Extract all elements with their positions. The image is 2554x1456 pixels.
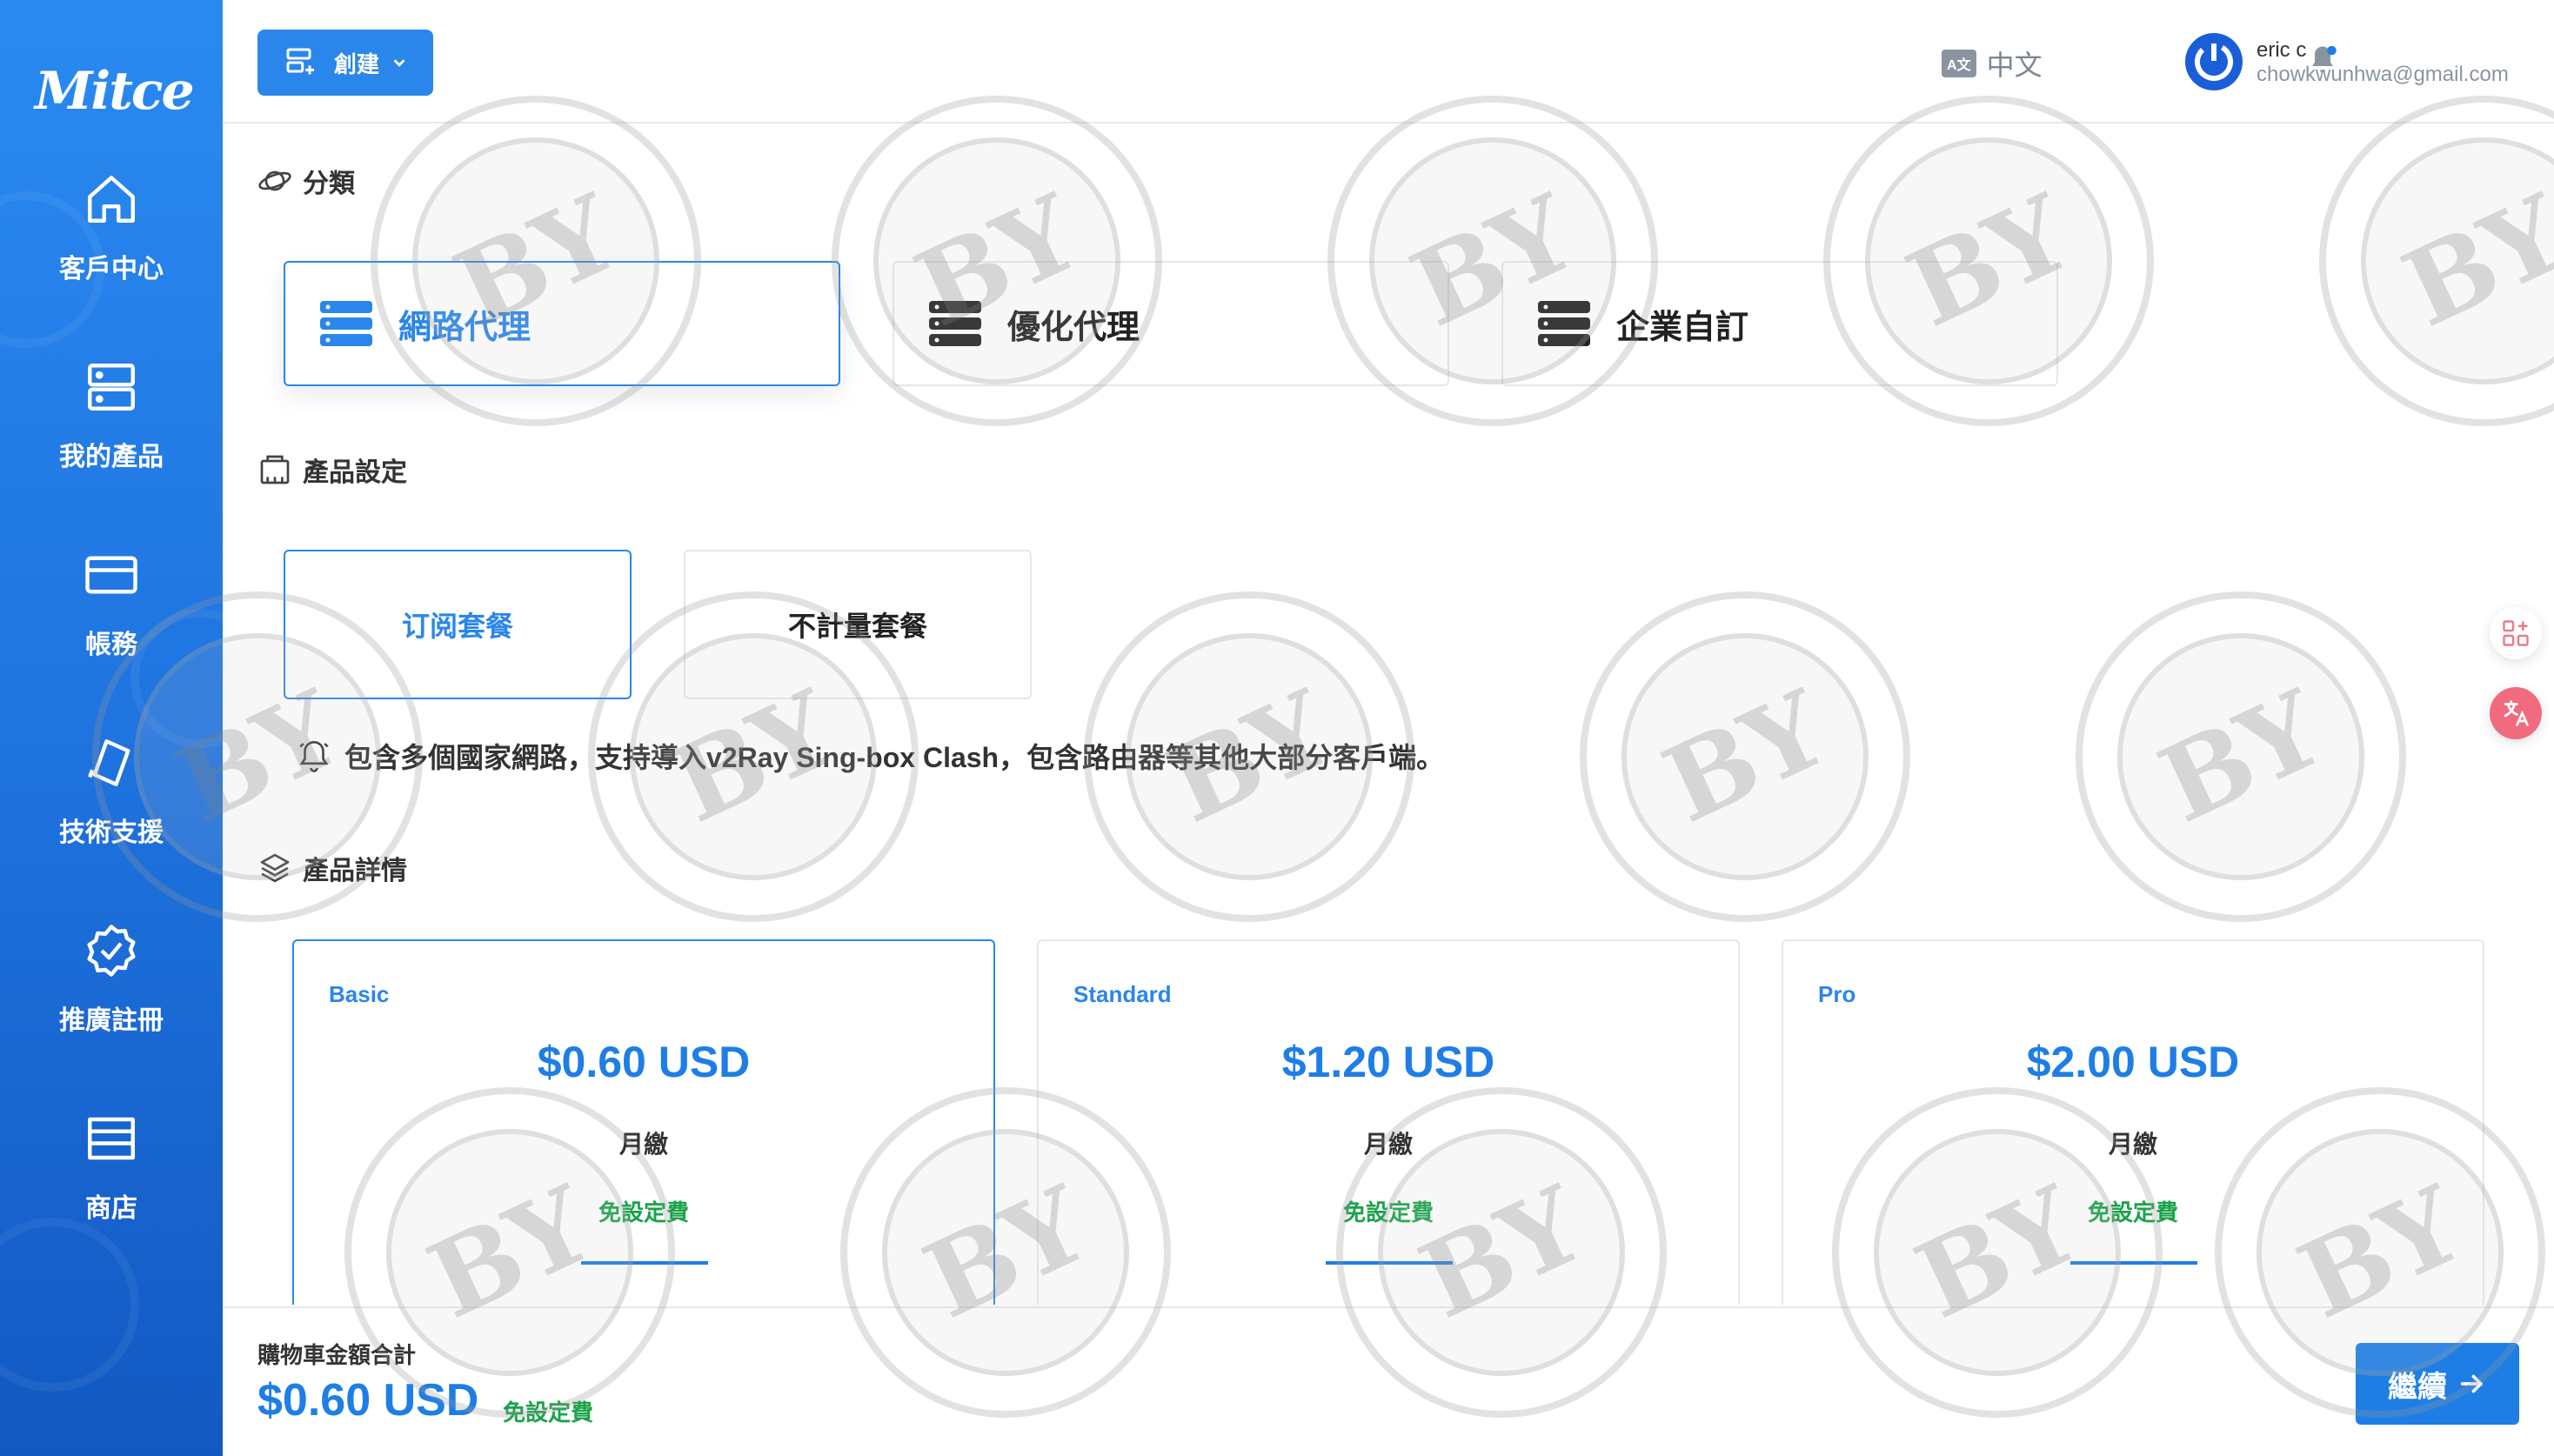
tier-underline (581, 1261, 708, 1265)
store-icon (88, 1117, 135, 1160)
product-notice-text: 包含多個國家網路，支持導入v2Ray Sing-box Clash，包含路由器等… (344, 742, 1445, 773)
user-name[interactable]: eric c (2256, 38, 2306, 63)
category-option-network-proxy[interactable]: 網路代理 (284, 261, 840, 386)
create-button-label: 創建 (334, 50, 380, 77)
watermark-seal: BY (1580, 591, 1910, 922)
category-option-optimized-proxy[interactable]: 優化代理 (893, 261, 1449, 386)
create-button[interactable]: 創建 (257, 30, 433, 96)
sidebar-item-referral[interactable]: 推廣註冊 (0, 922, 223, 1079)
badge-check-icon (87, 925, 136, 977)
language-label: 中文 (1986, 50, 2043, 81)
tier-name: Basic (329, 981, 390, 1007)
tier-name: Standard (1073, 981, 1172, 1007)
product-settings-title: 產品設定 (303, 458, 407, 487)
planet-icon (258, 170, 291, 191)
sidebar: Mitce 客戶中心 我的產品 帳務 技術支援 推廣註冊 商店 (0, 0, 223, 1456)
tier-underline (2070, 1261, 2197, 1265)
avatar[interactable] (2185, 33, 2243, 90)
power-icon (2195, 43, 2233, 81)
product-details-section-title: 產品詳情 (257, 849, 407, 887)
watermark-seal: BY (2319, 96, 2554, 426)
tier-period: 月繳 (2108, 1131, 2157, 1158)
product-notice: 包含多個國家網路，支持導入v2Ray Sing-box Clash，包含路由器等… (296, 736, 1444, 776)
continue-button[interactable]: 繼續 (2356, 1343, 2519, 1425)
category-option-label: 網路代理 (398, 309, 532, 346)
cart-footer: 購物車金額合計 $0.60 USD 免設定費 繼續 (223, 1306, 2554, 1456)
sidebar-item-label: 商店 (85, 1194, 137, 1223)
plan-option-label: 不計量套餐 (787, 611, 927, 642)
tier-period: 月繳 (618, 1131, 668, 1158)
tier-name: Pro (1818, 981, 1856, 1007)
translate-icon: A文 (1942, 50, 1976, 77)
chevron-down-icon (393, 59, 405, 67)
arrow-right-icon (2460, 1374, 2483, 1393)
plan-option-label: 订阅套餐 (401, 611, 513, 642)
server-stack-icon (1538, 301, 1590, 346)
bell-outline-icon (299, 740, 329, 772)
category-section-title: 分類 (257, 162, 355, 200)
language-selector[interactable]: A文 中文 (1942, 43, 2043, 83)
server-stack-icon (929, 301, 981, 346)
category-option-enterprise-custom[interactable]: 企業自訂 (1501, 261, 2058, 386)
home-icon (88, 176, 135, 223)
tier-card-basic[interactable]: Basic $0.60 USD 月繳 免設定費 (292, 939, 995, 1305)
tier-setup-fee: 免設定費 (598, 1199, 689, 1226)
watermark-seal: BY (2076, 591, 2406, 922)
plan-option-subscription[interactable]: 订阅套餐 (284, 550, 632, 699)
apps-widget-button[interactable] (2490, 607, 2542, 659)
category-option-label: 企業自訂 (1616, 309, 1749, 346)
credit-card-icon (85, 556, 137, 594)
server-icon (88, 364, 135, 411)
cart-total-value: $0.60 USD (257, 1375, 479, 1426)
user-email: chowkwunhwa@gmail.com (2256, 63, 2509, 86)
tier-card-standard[interactable]: Standard $1.20 USD 月繳 免設定費 (1037, 939, 1740, 1305)
sidebar-item-support[interactable]: 技術支援 (0, 734, 223, 891)
sidebar-item-client-center[interactable]: 客戶中心 (0, 170, 223, 327)
sidebar-item-label: 客戶中心 (59, 255, 164, 284)
translate-icon (2504, 700, 2529, 726)
layers-icon (260, 853, 290, 883)
sidebar-item-store[interactable]: 商店 (0, 1110, 223, 1266)
tier-underline (1326, 1261, 1453, 1265)
box-icon (260, 455, 290, 484)
apps-sparkle-icon (2503, 620, 2529, 646)
cart-setup-fee: 免設定費 (503, 1399, 594, 1426)
sidebar-item-my-products[interactable]: 我的產品 (0, 358, 223, 515)
add-list-icon (286, 48, 314, 75)
top-bar: 創建 A文 中文 eric c chowkwunhwa@gmail.com (223, 0, 2554, 124)
tier-price: $0.60 USD (537, 1038, 751, 1086)
translate-widget-button[interactable] (2490, 687, 2542, 739)
tier-setup-fee: 免設定費 (2087, 1199, 2178, 1226)
sidebar-item-label: 帳務 (85, 631, 137, 659)
product-details-title: 產品詳情 (303, 857, 407, 885)
sidebar-item-label: 技術支援 (59, 818, 164, 847)
sidebar-item-label: 我的產品 (59, 443, 164, 471)
ticket-icon (88, 739, 130, 786)
tier-period: 月繳 (1363, 1131, 1413, 1158)
continue-button-label: 繼續 (2388, 1370, 2447, 1404)
product-settings-section-title: 產品設定 (257, 451, 407, 489)
sidebar-item-label: 推廣註冊 (59, 1006, 164, 1035)
server-stack-icon (320, 301, 372, 346)
category-title: 分類 (303, 170, 355, 198)
cart-total-label: 購物車金額合計 (257, 1342, 417, 1368)
plan-option-unmetered[interactable]: 不計量套餐 (684, 550, 1032, 699)
tier-price: $1.20 USD (1281, 1038, 1495, 1086)
tier-card-pro[interactable]: Pro $2.00 USD 月繳 免設定費 (1782, 939, 2484, 1305)
category-option-label: 優化代理 (1007, 309, 1140, 346)
sidebar-item-billing[interactable]: 帳務 (0, 546, 223, 703)
tier-price: $2.00 USD (2026, 1038, 2240, 1086)
brand-logo[interactable]: Mitce (35, 61, 195, 122)
tier-setup-fee: 免設定費 (1342, 1199, 1434, 1226)
